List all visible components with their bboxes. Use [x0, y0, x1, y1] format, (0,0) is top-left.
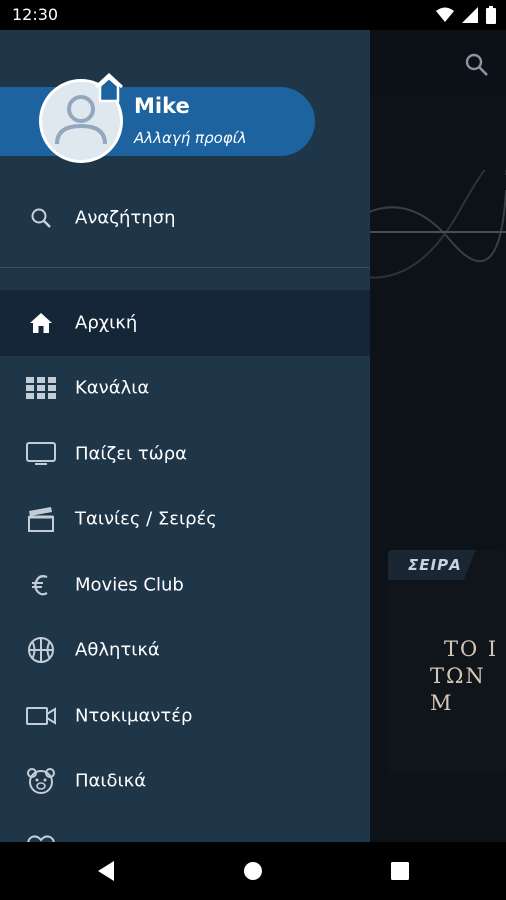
- search-icon: [26, 203, 56, 233]
- menu-item-kids[interactable]: Παιδικά: [0, 749, 370, 815]
- battery-icon: [486, 6, 496, 24]
- series-badge-label: ΣΕΙΡΑ: [408, 556, 462, 574]
- search-label: Αναζήτηση: [75, 207, 176, 229]
- navigation-drawer: Mike Αλλαγή προφίλ Αναζήτηση Αρχική Κανά…: [0, 30, 370, 842]
- home-button-icon[interactable]: [243, 860, 263, 882]
- menu-item-now-playing[interactable]: Παίζει τώρα: [0, 421, 370, 487]
- menu-item-partial[interactable]: [0, 814, 370, 842]
- basketball-icon: [26, 635, 56, 665]
- search-icon[interactable]: [464, 52, 490, 78]
- heart-icon: [26, 832, 56, 842]
- menu-label-documentaries: Ντοκιμαντέρ: [75, 705, 193, 727]
- back-icon[interactable]: [96, 860, 116, 882]
- home-badge-icon: [94, 73, 124, 103]
- menu-label-movies-club: Movies Club: [75, 574, 184, 596]
- recents-icon[interactable]: [390, 860, 410, 882]
- change-profile-link[interactable]: Αλλαγή προφίλ: [134, 129, 247, 147]
- drawer-search[interactable]: Αναζήτηση: [0, 186, 370, 250]
- menu-item-sports[interactable]: Αθλητικά: [0, 618, 370, 684]
- status-time: 12:30: [12, 5, 59, 24]
- card-title-line1: ΤΟ Ι: [444, 637, 499, 661]
- grid-icon: [26, 373, 56, 403]
- drawer-menu: Αρχική Κανάλια Παίζει τώρα Ταινίες / Σει…: [0, 290, 370, 842]
- profile-name: Mike: [134, 94, 190, 118]
- tv-icon: [26, 439, 56, 469]
- menu-item-home[interactable]: Αρχική: [0, 290, 370, 356]
- menu-label-channels: Κανάλια: [75, 377, 150, 399]
- signal-icon: [462, 7, 478, 23]
- menu-item-documentaries[interactable]: Ντοκιμαντέρ: [0, 683, 370, 749]
- profile-card[interactable]: Mike Αλλαγή προφίλ: [0, 73, 315, 163]
- card-title: ΤΟ Ι ΤΩΝ Μ: [430, 636, 506, 717]
- menu-item-channels[interactable]: Κανάλια: [0, 356, 370, 422]
- wifi-icon: [436, 7, 454, 22]
- system-nav-bar: [0, 842, 506, 900]
- menu-item-movies-series[interactable]: Ταινίες / Σειρές: [0, 487, 370, 553]
- menu-label-home: Αρχική: [75, 312, 138, 334]
- series-card[interactable]: ΣΕΙΡΑ ΤΟ Ι ΤΩΝ Μ: [388, 550, 506, 772]
- menu-item-movies-club[interactable]: Movies Club: [0, 552, 370, 618]
- menu-label-kids: Παιδικά: [75, 770, 147, 792]
- menu-label-movies-series: Ταινίες / Σειρές: [75, 508, 217, 530]
- bear-icon: [26, 766, 56, 796]
- status-bar: 12:30: [0, 0, 506, 30]
- clapperboard-icon: [26, 504, 56, 534]
- series-badge: ΣΕΙΡΑ: [388, 550, 476, 580]
- euro-icon: [26, 570, 56, 600]
- menu-label-sports: Αθλητικά: [75, 639, 160, 661]
- card-title-line2: ΤΩΝ Μ: [430, 664, 486, 715]
- drawer-divider: [0, 267, 370, 268]
- camera-icon: [26, 701, 56, 731]
- home-icon: [26, 308, 56, 338]
- menu-label-now-playing: Παίζει τώρα: [75, 443, 188, 465]
